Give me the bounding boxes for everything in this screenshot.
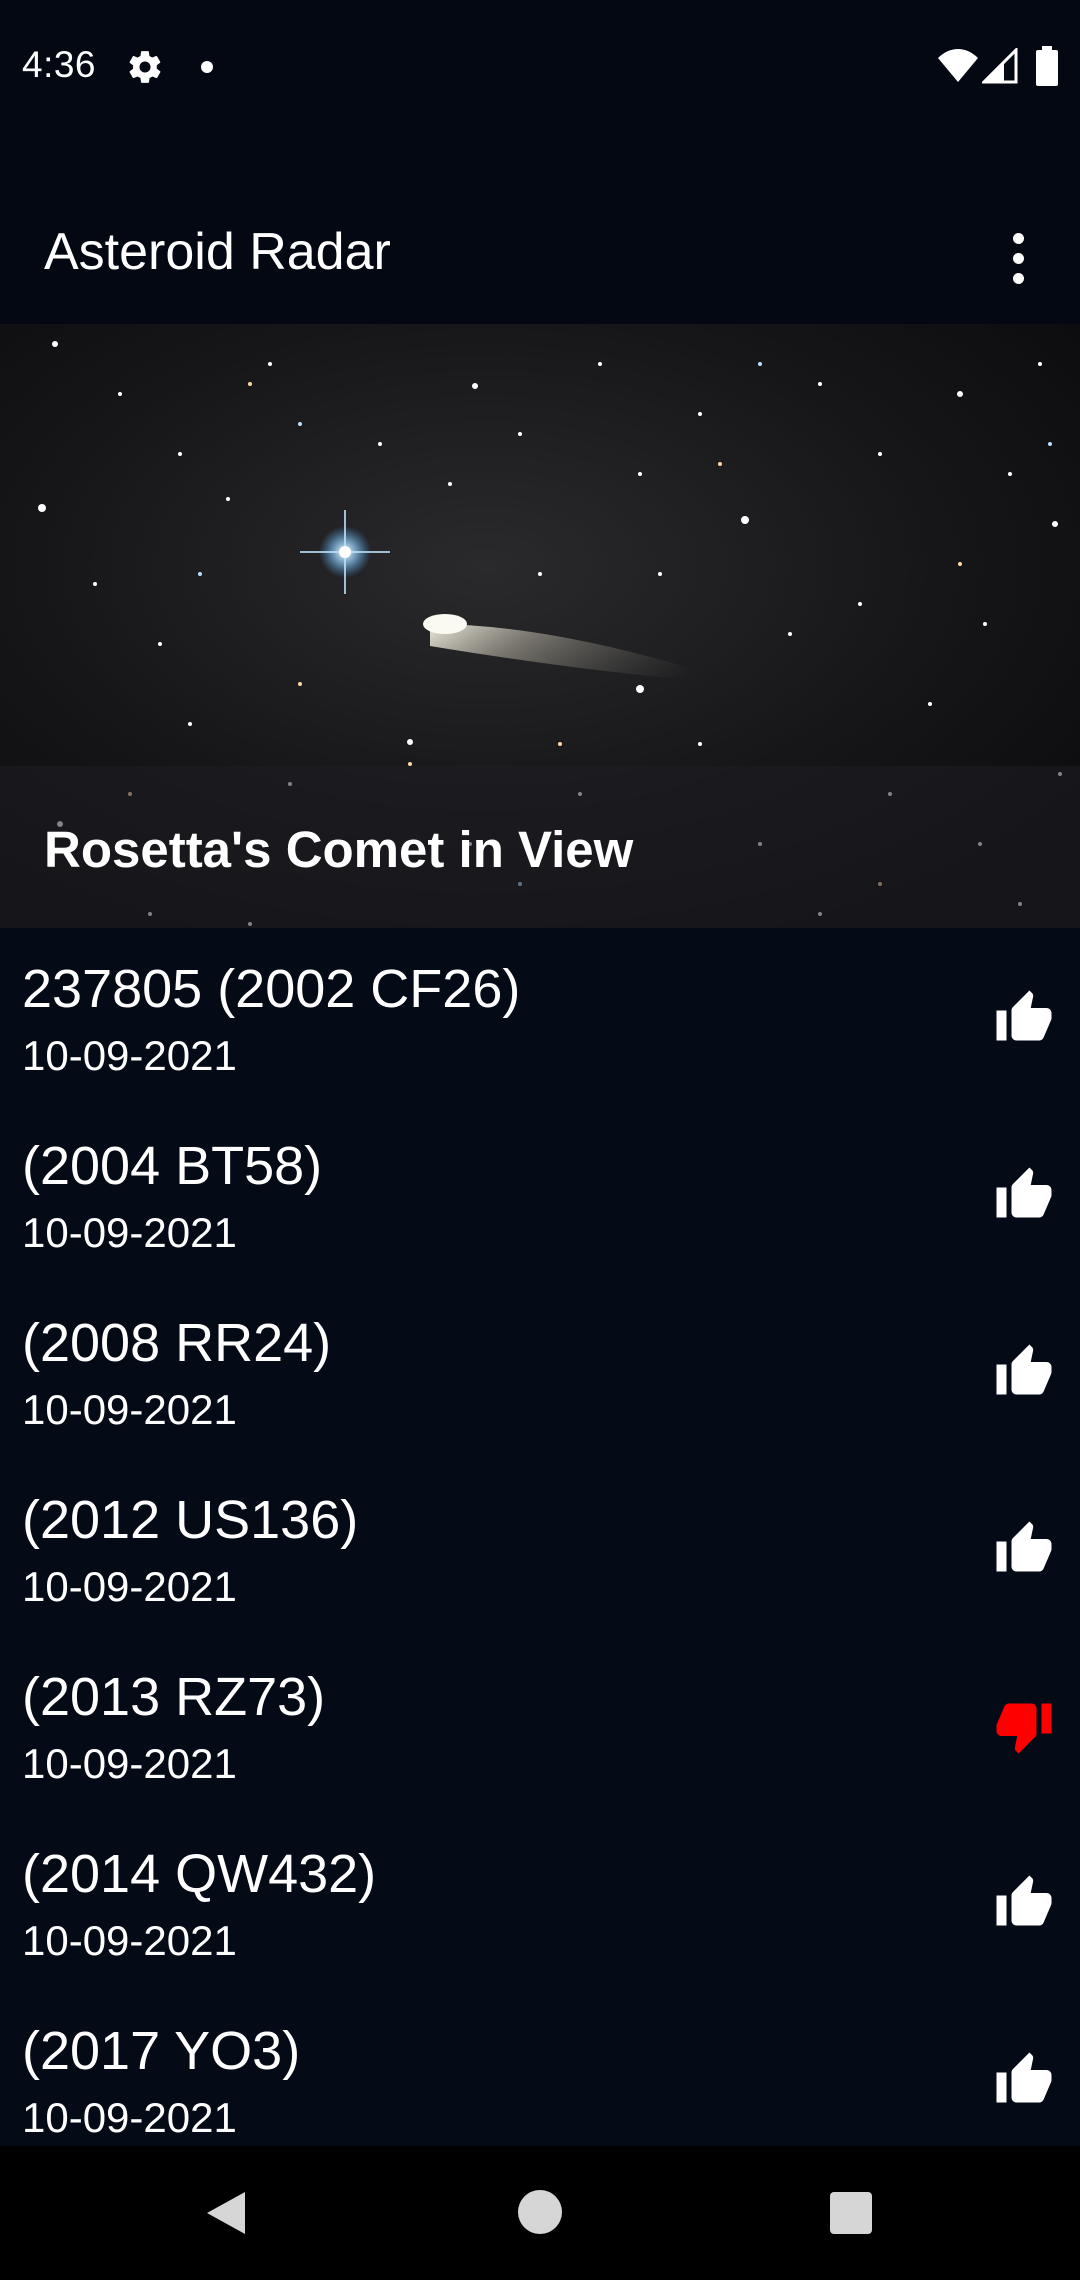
back-icon[interactable] xyxy=(205,2190,249,2236)
asteroid-name: (2014 QW432) xyxy=(22,1844,377,1904)
signal-icon xyxy=(982,48,1018,84)
asteroid-name: (2008 RR24) xyxy=(22,1313,332,1373)
asteroid-list-item[interactable]: (2008 RR24) 10-09-2021 xyxy=(0,1282,1080,1459)
thumbs-up-icon xyxy=(996,1344,1052,1395)
asteroid-name: (2013 RZ73) xyxy=(22,1667,326,1727)
menu-dot xyxy=(1012,252,1024,264)
asteroid-radar-screen: 4:36 Asteroid Radar Rosetta's Comet in V… xyxy=(0,0,1080,2280)
asteroid-list-item[interactable]: 237805 (2002 CF26) 10-09-2021 xyxy=(0,928,1080,1105)
app-title: Asteroid Radar xyxy=(44,223,391,281)
asteroid-list-item[interactable]: (2012 US136) 10-09-2021 xyxy=(0,1459,1080,1636)
asteroid-name: (2004 BT58) xyxy=(22,1136,323,1196)
asteroid-date: 10-09-2021 xyxy=(22,1740,237,1787)
status-time: 4:36 xyxy=(22,44,97,85)
picture-of-day-caption: Rosetta's Comet in View xyxy=(44,821,634,878)
picture-of-day[interactable]: Rosetta's Comet in View xyxy=(0,324,1080,928)
thumbs-up-icon xyxy=(996,1875,1052,1926)
asteroid-date: 10-09-2021 xyxy=(22,2094,237,2141)
asteroid-name: (2012 US136) xyxy=(22,1490,359,1550)
thumbs-up-icon xyxy=(996,1521,1052,1572)
thumbs-down-icon xyxy=(996,1703,1052,1754)
asteroid-list[interactable]: 237805 (2002 CF26) 10-09-2021 (2004 BT58) 1… xyxy=(0,928,1080,2146)
recents-icon[interactable] xyxy=(830,2192,872,2234)
asteroid-list-item[interactable]: (2004 BT58) 10-09-2021 xyxy=(0,1105,1080,1282)
thumbs-up-icon xyxy=(996,2052,1052,2103)
thumbs-up-icon xyxy=(996,1167,1052,1218)
asteroid-date: 10-09-2021 xyxy=(22,1209,237,1256)
asteroid-date: 10-09-2021 xyxy=(22,1917,237,1964)
menu-dot xyxy=(1012,232,1024,244)
asteroid-list-item[interactable]: (2014 QW432) 10-09-2021 xyxy=(0,1813,1080,1990)
gear-icon xyxy=(129,51,161,83)
asteroid-date: 10-09-2021 xyxy=(22,1386,237,1433)
asteroid-date: 10-09-2021 xyxy=(22,1032,237,1079)
wifi-icon xyxy=(938,49,978,82)
more-vert-icon[interactable] xyxy=(990,220,1046,296)
app-bar: Asteroid Radar xyxy=(0,136,1080,324)
navigation-bar xyxy=(0,2146,1080,2280)
home-icon[interactable] xyxy=(518,2190,562,2234)
status-bar: 4:36 xyxy=(0,0,1080,136)
asteroid-list-item[interactable]: (2017 YO3) 10-09-2021 xyxy=(0,1990,1080,2146)
notification-dot-icon xyxy=(201,61,213,73)
asteroid-name: (2017 YO3) xyxy=(22,2021,301,2081)
asteroid-list-item[interactable]: (2013 RZ73) 10-09-2021 xyxy=(0,1636,1080,1813)
asteroid-name: 237805 (2002 CF26) xyxy=(22,959,521,1019)
battery-icon xyxy=(1036,46,1058,86)
asteroid-date: 10-09-2021 xyxy=(22,1563,237,1610)
menu-dot xyxy=(1012,272,1024,284)
thumbs-up-icon xyxy=(996,990,1052,1041)
